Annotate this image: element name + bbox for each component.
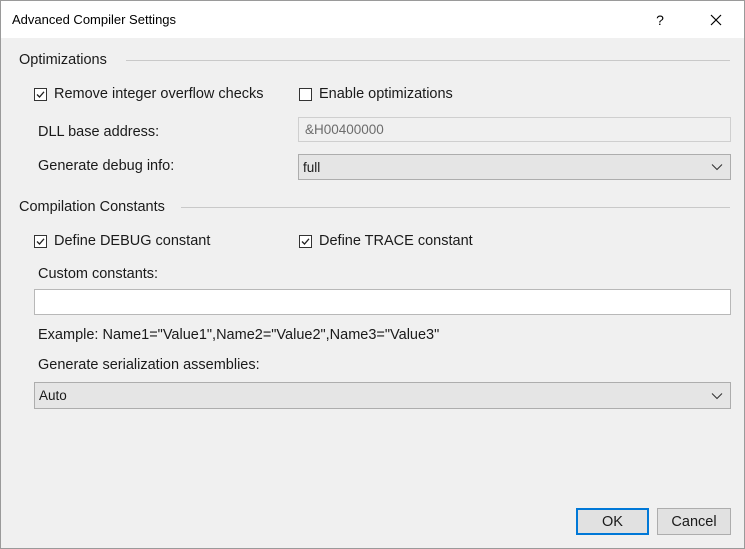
advanced-compiler-settings-dialog: Advanced Compiler Settings ? Optimizatio… [0, 0, 745, 549]
title-bar[interactable]: Advanced Compiler Settings ? [1, 1, 744, 38]
enable-optimizations-option[interactable]: Enable optimizations [299, 86, 453, 102]
remove-overflow-checks-option[interactable]: Remove integer overflow checks [34, 86, 264, 102]
serialization-value: Auto [39, 388, 67, 403]
dll-base-address-value: &H00400000 [305, 122, 384, 137]
define-debug-checkbox[interactable] [34, 234, 47, 248]
optimizations-divider [126, 60, 730, 61]
debug-info-select[interactable]: full [298, 154, 731, 180]
ok-button-label: OK [602, 513, 623, 530]
dll-base-address-field[interactable]: &H00400000 [298, 117, 731, 142]
debug-info-label: Generate debug info: [38, 158, 175, 174]
remove-overflow-label: Remove integer overflow checks [54, 86, 264, 102]
help-label: ? [656, 11, 664, 28]
checkmark-icon [301, 237, 310, 245]
window-title: Advanced Compiler Settings [12, 12, 177, 27]
custom-constants-input[interactable] [34, 289, 731, 315]
optimizations-header: Optimizations [19, 52, 107, 68]
optimizations-header-text: Optimizations [19, 52, 107, 68]
define-debug-label: Define DEBUG constant [54, 233, 211, 249]
enable-optimizations-label: Enable optimizations [319, 86, 453, 102]
ok-button[interactable]: OK [576, 508, 649, 535]
compilation-constants-divider [181, 207, 730, 208]
chevron-down-icon [711, 392, 723, 399]
compilation-constants-header-text: Compilation Constants [19, 199, 165, 215]
define-trace-option[interactable]: Define TRACE constant [299, 233, 473, 249]
cancel-button-label: Cancel [671, 513, 717, 530]
define-trace-label: Define TRACE constant [319, 233, 473, 249]
checkmark-icon [36, 90, 45, 98]
define-debug-option[interactable]: Define DEBUG constant [34, 233, 210, 249]
debug-info-value: full [303, 159, 321, 175]
enable-optimizations-checkbox[interactable] [299, 87, 312, 101]
dll-base-address-label: DLL base address: [38, 124, 160, 140]
chevron-down-icon [711, 164, 723, 171]
help-button[interactable]: ? [637, 1, 683, 38]
serialization-select[interactable]: Auto [34, 382, 731, 409]
remove-overflow-checkbox[interactable] [34, 87, 47, 101]
custom-constants-label: Custom constants: [38, 266, 159, 282]
custom-constants-example: Example: Name1="Value1",Name2="Value2",N… [38, 327, 440, 343]
serialization-label: Generate serialization assemblies: [38, 357, 260, 373]
define-trace-checkbox[interactable] [299, 234, 312, 248]
close-icon [710, 14, 722, 25]
close-button[interactable] [693, 1, 739, 38]
checkmark-icon [36, 237, 45, 245]
compilation-constants-header: Compilation Constants [19, 199, 165, 215]
cancel-button[interactable]: Cancel [657, 508, 731, 535]
